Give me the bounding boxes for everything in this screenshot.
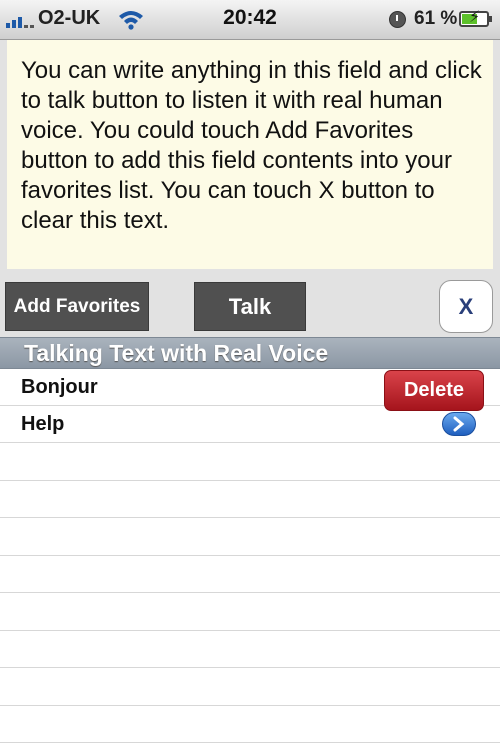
empty-row bbox=[0, 668, 500, 706]
empty-row bbox=[0, 556, 500, 593]
charging-bolt-icon: ⚡ bbox=[469, 9, 481, 26]
status-bar: O2-UK 20:42 61 % ⚡ bbox=[0, 0, 500, 40]
talk-button[interactable]: Talk bbox=[194, 282, 306, 331]
clear-button[interactable]: X bbox=[439, 280, 493, 333]
list-item[interactable]: Help bbox=[0, 406, 500, 443]
list-item-label: Help bbox=[21, 413, 65, 435]
empty-row bbox=[0, 706, 500, 743]
lock-rotation-icon bbox=[389, 11, 406, 28]
right-gutter bbox=[493, 40, 500, 269]
empty-row bbox=[0, 593, 500, 631]
list-item-label: Bonjour bbox=[21, 376, 98, 398]
empty-list-area bbox=[0, 443, 500, 743]
speech-text-field[interactable]: You can write anything in this field and… bbox=[7, 40, 493, 269]
empty-row bbox=[0, 443, 500, 481]
battery-percent: 61 % bbox=[414, 8, 458, 29]
list-item[interactable]: Bonjour Delete bbox=[0, 369, 500, 411]
battery-icon: ⚡ bbox=[459, 9, 492, 27]
section-header: Talking Text with Real Voice bbox=[0, 337, 500, 369]
disclosure-icon[interactable] bbox=[442, 412, 476, 436]
favorites-list: Bonjour Delete Help bbox=[0, 369, 500, 443]
delete-button[interactable]: Delete bbox=[384, 370, 484, 411]
left-gutter bbox=[0, 40, 7, 269]
empty-row bbox=[0, 518, 500, 556]
empty-row bbox=[0, 631, 500, 668]
empty-row bbox=[0, 481, 500, 518]
add-favorites-button[interactable]: Add Favorites bbox=[5, 282, 149, 331]
